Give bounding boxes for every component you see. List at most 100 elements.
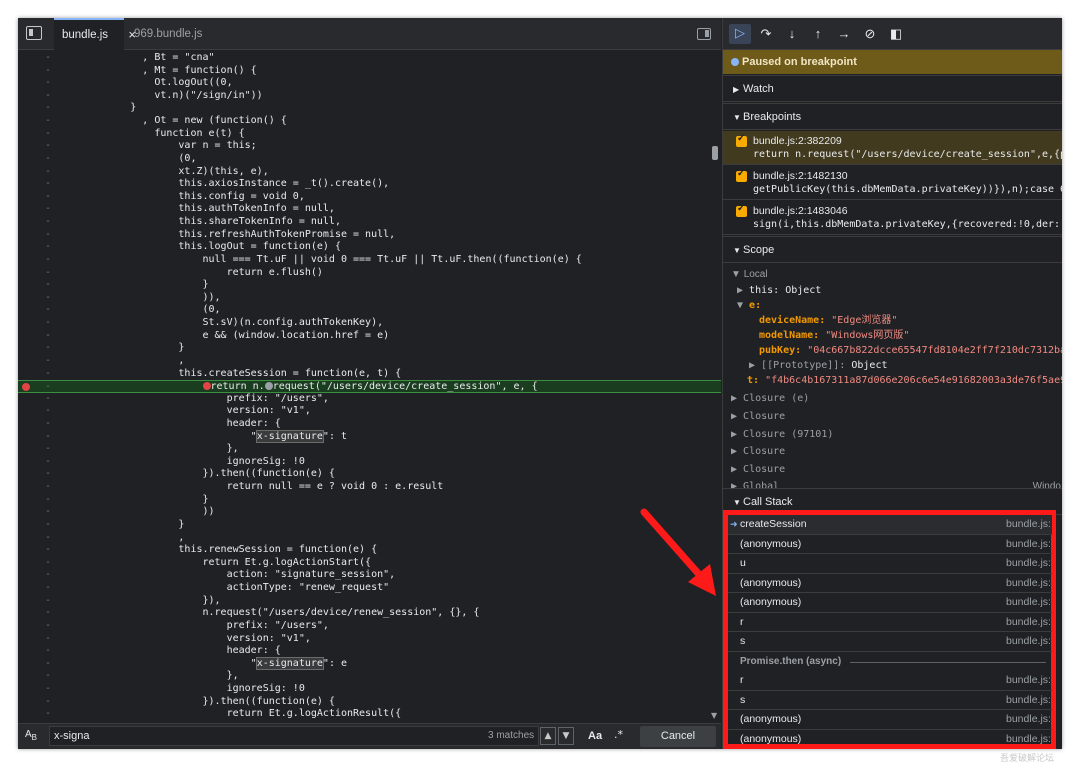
code-line[interactable]: - },: [18, 670, 721, 683]
line-gutter[interactable]: -: [45, 166, 53, 179]
code-line[interactable]: - return null == e ? void 0 : e.result: [18, 481, 721, 494]
code-line[interactable]: - this.refreshAuthTokenPromise = null,: [18, 229, 721, 242]
line-gutter[interactable]: -: [45, 405, 53, 418]
previous-match-button[interactable]: ▲: [540, 727, 556, 745]
code-view[interactable]: ▼ - , Bt = "cna" - , Mt = function() {- O…: [18, 51, 721, 723]
pause-on-exceptions-icon[interactable]: ◧: [887, 25, 905, 43]
code-line[interactable]: - e && (window.location.href = e): [18, 330, 721, 343]
scope-closure[interactable]: ▶ Closure (97101): [723, 426, 1062, 443]
code-line[interactable]: - version: "v1",: [18, 633, 721, 646]
line-gutter[interactable]: -: [45, 532, 53, 545]
line-gutter[interactable]: -: [45, 216, 53, 229]
breakpoint-checkbox[interactable]: [736, 168, 747, 182]
line-gutter[interactable]: -: [45, 506, 53, 519]
code-line[interactable]: - actionType: "renew_request": [18, 582, 721, 595]
scope-section-header[interactable]: ▼ Scope: [723, 236, 1062, 263]
search-input[interactable]: [49, 726, 539, 746]
callstack-frame[interactable]: (anonymous) bundle.js:: [728, 710, 1052, 730]
breakpoint-item[interactable]: bundle.js:2:1482130 getPublicKey(this.db…: [723, 166, 1062, 200]
line-gutter[interactable]: -: [45, 557, 53, 570]
line-gutter[interactable]: -: [45, 279, 53, 292]
inline-breakpoint-icon[interactable]: [264, 382, 273, 391]
code-line[interactable]: - (0,: [18, 304, 721, 317]
line-gutter[interactable]: -: [45, 355, 53, 368]
code-line[interactable]: - (0,: [18, 153, 721, 166]
callstack-frame[interactable]: r bundle.js:: [728, 671, 1052, 691]
breakpoint-item[interactable]: bundle.js:2:1483046 sign(i,this.dbMemDat…: [723, 201, 1062, 235]
code-line[interactable]: - var n = this;: [18, 140, 721, 153]
scope-closure[interactable]: ▶ Closure (e): [723, 390, 1062, 407]
line-gutter[interactable]: -: [45, 153, 53, 166]
step-into-icon[interactable]: ↓: [783, 25, 801, 43]
code-line[interactable]: - return Et.g.logActionResult({: [18, 708, 721, 721]
code-line[interactable]: - }: [18, 519, 721, 532]
cancel-button[interactable]: Cancel: [640, 726, 716, 747]
line-gutter[interactable]: -: [45, 342, 53, 355]
line-gutter[interactable]: -: [45, 241, 53, 254]
line-gutter[interactable]: -: [45, 569, 53, 582]
step-icon[interactable]: →: [835, 25, 853, 43]
breakpoint-marker-icon[interactable]: [22, 383, 30, 392]
code-line[interactable]: - "x-signature": e: [18, 656, 721, 671]
code-line[interactable]: - this.config = void 0,: [18, 191, 721, 204]
match-case-icon[interactable]: AB: [25, 729, 37, 742]
line-gutter[interactable]: -: [45, 77, 53, 90]
callstack-frame[interactable]: u bundle.js:: [728, 554, 1052, 574]
code-line[interactable]: - prefix: "/users",: [18, 393, 721, 406]
code-line[interactable]: - }: [18, 102, 721, 115]
line-gutter[interactable]: -: [45, 254, 53, 267]
regex-button[interactable]: .*: [614, 728, 623, 741]
code-line[interactable]: - header: {: [18, 418, 721, 431]
resume-icon[interactable]: ▷: [729, 24, 751, 44]
code-line[interactable]: - ignoreSig: !0: [18, 456, 721, 469]
line-gutter[interactable]: -: [45, 645, 53, 658]
line-gutter[interactable]: -: [45, 431, 53, 444]
code-line[interactable]: - St.sV)(n.config.authTokenKey),: [18, 317, 721, 330]
line-gutter[interactable]: -: [45, 368, 53, 381]
scope-closure[interactable]: ▶ Closure: [723, 408, 1062, 425]
line-gutter[interactable]: -: [45, 620, 53, 633]
scope-t[interactable]: t: "f4b6c4b167311a87d066e206c6e54e916820…: [723, 372, 1062, 389]
breakpoints-section-header[interactable]: ▼ Breakpoints: [723, 103, 1062, 130]
line-gutter[interactable]: -: [45, 658, 53, 671]
line-gutter[interactable]: -: [45, 456, 53, 469]
code-line[interactable]: - }: [18, 279, 721, 292]
code-line[interactable]: - this.logOut = function(e) {: [18, 241, 721, 254]
tab-bundle-js[interactable]: bundle.js ×: [54, 18, 136, 50]
watch-section-header[interactable]: ▶ Watch: [723, 75, 1062, 102]
line-gutter[interactable]: -: [45, 203, 53, 216]
inline-breakpoint-icon[interactable]: [202, 382, 211, 391]
callstack-frame[interactable]: (anonymous) bundle.js:: [728, 535, 1052, 554]
code-line[interactable]: - n.request("/users/device/renew_session…: [18, 607, 721, 620]
code-line[interactable]: - , Mt = function() {: [18, 65, 721, 78]
line-gutter[interactable]: -: [45, 65, 53, 78]
callstack-frame[interactable]: s bundle.js:: [728, 632, 1052, 652]
navigator-toggle-icon[interactable]: [26, 26, 42, 40]
code-line[interactable]: - }),: [18, 595, 721, 608]
line-gutter[interactable]: -: [45, 330, 53, 343]
line-gutter[interactable]: -: [45, 191, 53, 204]
line-gutter[interactable]: -: [45, 544, 53, 557]
line-gutter[interactable]: -: [45, 683, 53, 696]
toggle-debugger-sidebar-icon[interactable]: [697, 28, 711, 40]
line-gutter[interactable]: -: [45, 418, 53, 431]
code-line[interactable]: - return e.flush(): [18, 267, 721, 280]
code-line[interactable]: - )),: [18, 292, 721, 305]
callstack-frame[interactable]: (anonymous) bundle.js:: [728, 574, 1052, 593]
line-gutter[interactable]: -: [45, 468, 53, 481]
code-line[interactable]: - return Et.g.logActionStart({: [18, 557, 721, 570]
tab-969-bundle-js[interactable]: 969.bundle.js: [126, 18, 210, 50]
scope-local[interactable]: ▼ Local: [723, 266, 1062, 283]
line-gutter[interactable]: -: [45, 178, 53, 191]
line-gutter[interactable]: -: [45, 292, 53, 305]
code-line[interactable]: - ,: [18, 355, 721, 368]
scope-closure[interactable]: ▶ Closure: [723, 461, 1062, 478]
line-gutter[interactable]: -: [45, 267, 53, 280]
code-line[interactable]: - , Ot = new (function() {: [18, 115, 721, 128]
callstack-frame[interactable]: (anonymous) bundle.js:: [728, 593, 1052, 613]
line-gutter[interactable]: -: [45, 708, 53, 721]
line-gutter[interactable]: -: [45, 317, 53, 330]
code-line[interactable]: - ,: [18, 532, 721, 545]
line-gutter[interactable]: -: [45, 633, 53, 646]
line-gutter[interactable]: -: [45, 696, 53, 709]
